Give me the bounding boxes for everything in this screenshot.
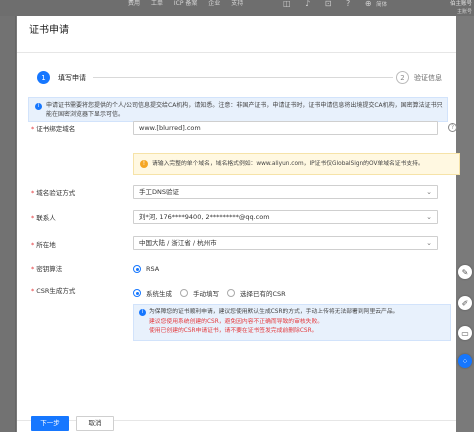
title-divider — [17, 52, 456, 53]
messages-icon[interactable]: ◫ — [283, 0, 291, 8]
top-navigation-bar: 费用 工单 ICP 备案 企业 支持 ◫ ♪ ⊡ ? ⊕ 简体 伯主账号 主账号 — [0, 0, 474, 16]
step-connector — [93, 77, 393, 78]
chevron-down-icon: ⌄ — [426, 188, 432, 196]
globe-icon[interactable]: ⊕ — [365, 0, 372, 8]
contact-value: 刘*河, 176****9400, 2*********@qq.com — [139, 213, 270, 221]
top-nav: 费用 工单 ICP 备案 企业 支持 — [128, 0, 252, 8]
verify-method-label: * 域名验证方式 — [31, 189, 76, 197]
step-1-label: 填写申请 — [58, 73, 86, 82]
radio-checked — [133, 265, 141, 273]
radio-unchecked — [180, 289, 188, 297]
csr-existing-radio[interactable]: 选择已有的CSR — [227, 288, 286, 298]
verify-method-select[interactable]: 手工DNS验证 ⌄ — [133, 185, 438, 199]
contact-select[interactable]: 刘*河, 176****9400, 2*********@qq.com ⌄ — [133, 210, 438, 224]
location-select[interactable]: 中国大陆 / 浙江省 / 杭州市 ⌄ — [133, 236, 438, 250]
account-type: 主账号 — [456, 9, 472, 15]
chevron-down-icon: ⌄ — [426, 239, 432, 247]
verify-method-value: 手工DNS验证 — [139, 188, 179, 196]
step-2-label: 验证信息 — [414, 73, 442, 82]
nav-ticket[interactable]: 工单 — [151, 0, 163, 7]
feedback-icon[interactable]: ✎ — [458, 265, 472, 279]
algorithm-rsa-label: RSA — [146, 265, 160, 273]
help-icon[interactable]: ? — [346, 0, 350, 8]
step-fill-application: 1 填写申请 — [37, 71, 86, 84]
nav-enterprise[interactable]: 企业 — [208, 0, 220, 7]
drawer-title: 证书申请 — [29, 25, 69, 36]
nav-billing[interactable]: 费用 — [128, 0, 140, 7]
apps-icon[interactable]: ⁘ — [458, 354, 472, 368]
domain-input[interactable]: www.[blurred].com — [133, 121, 438, 135]
algorithm-rsa-radio[interactable]: RSA — [133, 265, 159, 273]
top-icons: ◫ ♪ ⊡ ? ⊕ 简体 — [283, 0, 387, 9]
cart-icon[interactable]: ⊡ — [325, 0, 332, 8]
domain-tip-text: 请输入完整的单个域名，域名格式例如：www.aliyun.com，IP证书仅Gl… — [152, 161, 424, 167]
csr-manual-label: 手动填写 — [193, 290, 219, 298]
csr-method-label: * CSR生成方式 — [31, 287, 76, 295]
account-menu[interactable]: 伯主账号 主账号 — [438, 0, 472, 16]
next-step-button[interactable]: 下一步 — [31, 416, 69, 431]
nav-support[interactable]: 支持 — [231, 0, 243, 7]
csr-manual-radio[interactable]: 手动填写 — [180, 288, 219, 298]
notice-text: 申请证书需要将您提供的个人/公司信息提交给CA机构，请知悉。注意：非国产证书，申… — [46, 102, 443, 118]
csr-info-line-1: 为保障您的证书顺利申请，建议您使用默认生成CSR的方式，手动上传将无法部署到阿里… — [149, 309, 399, 315]
info-icon: i — [139, 309, 146, 316]
step-2-indicator: 2 — [396, 71, 409, 84]
step-verify-info: 2 验证信息 — [396, 71, 442, 84]
step-1-indicator: 1 — [37, 71, 50, 84]
nav-icp[interactable]: ICP 备案 — [174, 0, 198, 7]
warning-icon: ! — [140, 160, 148, 168]
csr-info-box: i 为保障您的证书顺利申请，建议您使用默认生成CSR的方式，手动上传将无法部署到… — [133, 304, 451, 341]
right-toolbar-dimmed — [456, 16, 474, 432]
domain-format-tip: ! 请输入完整的单个域名，域名格式例如：www.aliyun.com，IP证书仅… — [133, 153, 460, 175]
account-name: 伯主账号 — [449, 1, 472, 7]
chat-icon[interactable]: ▭ — [458, 326, 472, 340]
csr-info-line-2: 建议您使用系统创建的CSR，避免因内容不正确而导致的审核失败。 — [149, 319, 324, 325]
certificate-apply-drawer: 证书申请 1 填写申请 2 验证信息 i 申请证书需要将您提供的个人/公司信息提… — [17, 16, 460, 432]
chevron-down-icon: ⌄ — [426, 213, 432, 221]
contact-label: * 联系人 — [31, 214, 56, 222]
cross-border-notice: i 申请证书需要将您提供的个人/公司信息提交给CA机构，请知悉。注意：非国产证书… — [28, 97, 448, 122]
csr-existing-label: 选择已有的CSR — [240, 290, 286, 298]
csr-system-label: 系统生成 — [146, 290, 172, 298]
location-value: 中国大陆 / 浙江省 / 杭州市 — [139, 239, 217, 247]
location-label: * 所在地 — [31, 241, 56, 249]
bell-icon[interactable]: ♪ — [305, 0, 310, 8]
csr-system-radio[interactable]: 系统生成 — [133, 288, 172, 298]
info-icon: i — [35, 103, 42, 110]
cancel-button[interactable]: 取消 — [76, 416, 114, 431]
domain-label: * 证书绑定域名 — [31, 125, 76, 133]
algorithm-label: * 密钥算法 — [31, 265, 63, 273]
left-sidebar-dimmed — [0, 16, 16, 432]
csr-info-line-3: 使用已创建的CSR申请证书，请不要在证书签发完成前删除CSR。 — [149, 328, 318, 334]
edit-icon[interactable]: ✐ — [458, 296, 472, 310]
language-label[interactable]: 简体 — [376, 2, 387, 8]
radio-unchecked — [227, 289, 235, 297]
radio-checked — [133, 289, 141, 297]
domain-help-icon[interactable]: ? — [448, 123, 457, 132]
